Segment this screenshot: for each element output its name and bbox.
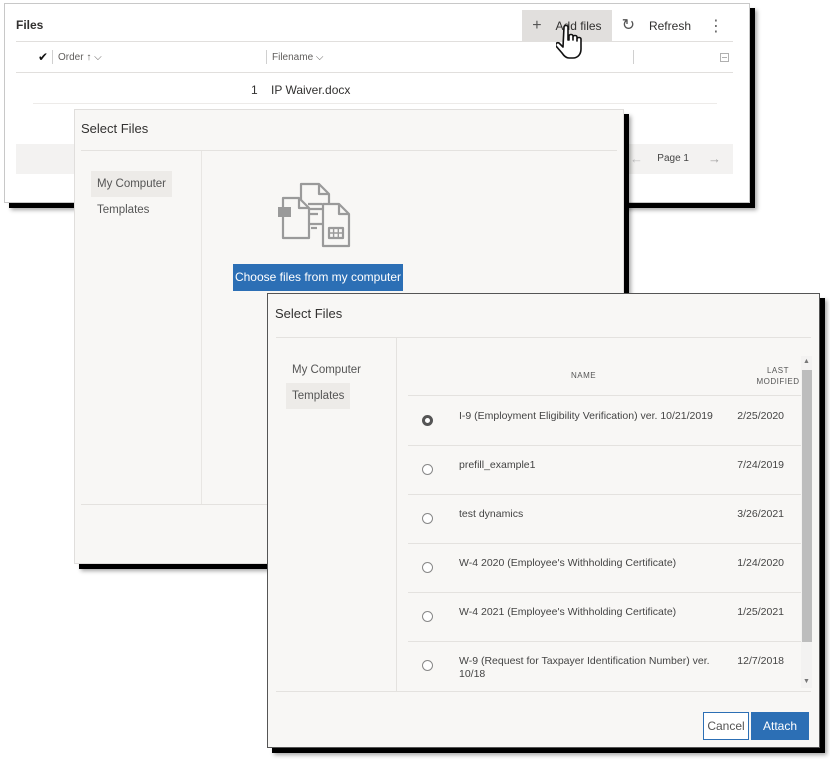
hand-pointer-cursor-icon [556, 24, 582, 59]
template-modified: 7/24/2019 [737, 459, 784, 471]
scrollbar-thumb[interactable] [802, 370, 812, 642]
prev-page-icon[interactable]: ← [630, 151, 643, 166]
table-scrollbar[interactable]: ▲ ▼ [801, 356, 812, 688]
scroll-up-icon[interactable]: ▲ [801, 356, 812, 368]
more-vertical-icon: ⋮ [708, 18, 724, 35]
table-row[interactable]: 1 IP Waiver.docx [33, 74, 717, 104]
template-name: W-4 2021 (Employee's Withholding Certifi… [459, 606, 677, 618]
template-modified: 1/24/2020 [737, 557, 784, 569]
column-header-order[interactable]: Order ↑ ⌵ [58, 52, 102, 63]
table-row[interactable]: W-9 (Request for Taxpayer Identification… [408, 642, 803, 691]
select-radio[interactable] [422, 464, 433, 475]
page-label: Page 1 [657, 153, 689, 164]
header-line-1: LAST [766, 366, 789, 375]
table-row[interactable]: I-9 (Employment Eligibility Verification… [408, 397, 803, 446]
template-modified: 12/7/2018 [737, 655, 784, 667]
attach-button[interactable]: Attach [751, 712, 809, 740]
files-title: Files [16, 18, 44, 32]
select-radio[interactable] [422, 660, 433, 671]
select-radio[interactable] [422, 562, 433, 573]
divider [276, 691, 811, 692]
plus-icon: + [532, 17, 542, 34]
source-nav: My Computer Templates [81, 151, 202, 504]
column-header-last-modified[interactable]: LAST MODIFIED [753, 365, 803, 387]
select-radio[interactable] [422, 415, 433, 426]
column-header-name[interactable]: NAME [571, 371, 596, 380]
nav-item-my-computer[interactable]: My Computer [286, 357, 367, 383]
select-radio[interactable] [422, 513, 433, 524]
template-modified: 2/25/2020 [737, 410, 784, 422]
template-name: test dynamics [459, 508, 524, 520]
template-name: W-4 2020 (Employee's Withholding Certifi… [459, 557, 677, 569]
table-row[interactable]: W-4 2021 (Employee's Withholding Certifi… [408, 593, 803, 642]
select-files-dialog-templates: Select Files My Computer Templates NAME … [267, 293, 820, 748]
choose-files-button[interactable]: Choose files from my computer [233, 264, 403, 291]
template-modified: 3/26/2021 [737, 508, 784, 520]
scroll-down-icon[interactable]: ▼ [801, 676, 812, 688]
refresh-icon: ↻ [621, 17, 635, 34]
nav-item-templates[interactable]: Templates [286, 383, 351, 409]
column-divider[interactable] [633, 50, 634, 64]
table-row[interactable]: prefill_example1 7/24/2019 [408, 446, 803, 495]
template-name: prefill_example1 [459, 459, 536, 471]
save-view-icon[interactable] [720, 53, 729, 62]
select-radio[interactable] [422, 611, 433, 622]
source-nav: My Computer Templates [276, 338, 397, 691]
table-row[interactable]: test dynamics 3/26/2021 [408, 495, 803, 544]
grid-header: ✔ Order ↑ ⌵ Filename ⌵ [16, 41, 733, 73]
table-header: NAME LAST MODIFIED [408, 352, 803, 396]
header-line-2: MODIFIED [756, 377, 800, 386]
column-divider[interactable] [52, 50, 53, 64]
cancel-button[interactable]: Cancel [703, 712, 749, 740]
nav-item-my-computer[interactable]: My Computer [91, 171, 173, 197]
template-modified: 1/25/2021 [737, 606, 784, 618]
dialog-title: Select Files [81, 121, 149, 136]
command-bar: + Add files ↻ Refresh ⋮ [522, 10, 731, 42]
template-name: I-9 (Employment Eligibility Verification… [459, 410, 713, 422]
table-row[interactable]: W-4 2020 (Employee's Withholding Certifi… [408, 544, 803, 593]
next-page-icon[interactable]: → [708, 151, 721, 166]
more-options-button[interactable]: ⋮ [701, 10, 731, 42]
refresh-label: Refresh [648, 19, 691, 33]
select-all-checkbox[interactable]: ✔ [38, 50, 48, 64]
refresh-button[interactable]: ↻ Refresh [612, 10, 701, 42]
row-filename[interactable]: IP Waiver.docx [271, 83, 350, 97]
column-header-filename[interactable]: Filename ⌵ [272, 52, 324, 63]
row-order: 1 [251, 83, 258, 97]
template-name: W-9 (Request for Taxpayer Identification… [459, 655, 710, 680]
dialog-title: Select Files [275, 306, 343, 321]
documents-icon [278, 182, 351, 248]
nav-item-templates[interactable]: Templates [91, 197, 155, 223]
templates-table: NAME LAST MODIFIED I-9 (Employment Eligi… [408, 352, 803, 692]
column-divider[interactable] [266, 50, 267, 64]
